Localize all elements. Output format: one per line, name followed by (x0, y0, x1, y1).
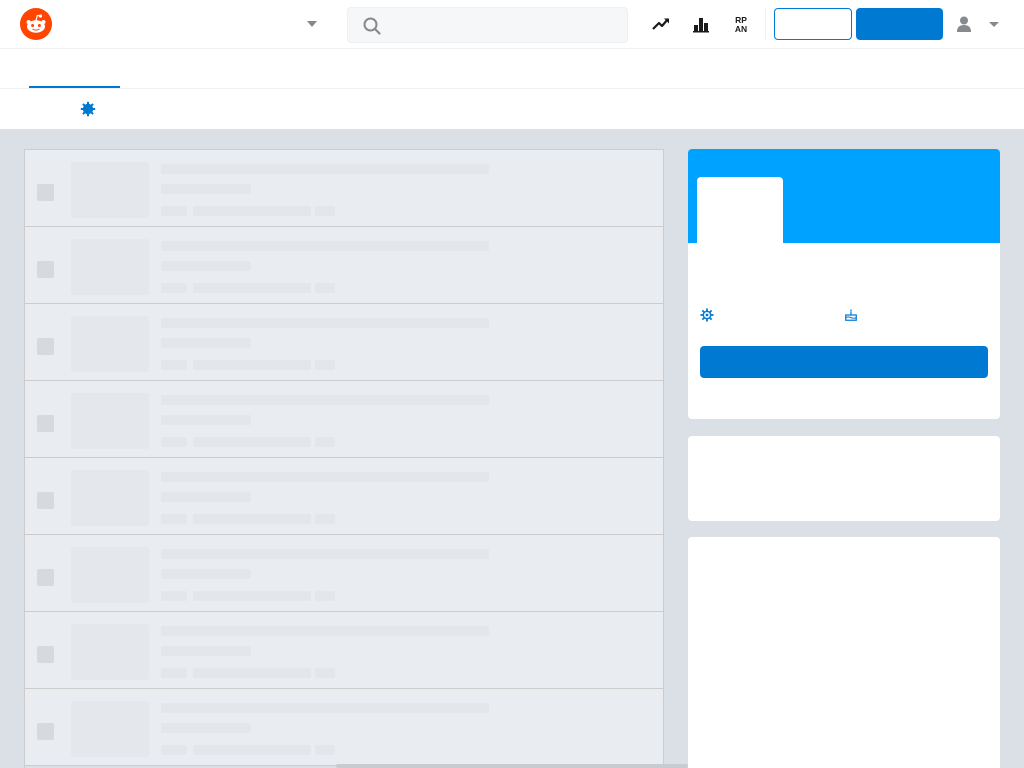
active-tab-indicator (29, 86, 120, 88)
subtitle-placeholder (161, 415, 251, 425)
vote-placeholder (37, 261, 54, 278)
meta-placeholder (315, 668, 335, 678)
thumbnail-placeholder (71, 239, 149, 295)
user-dropdown[interactable] (950, 10, 1006, 38)
vote-placeholder (37, 184, 54, 201)
meta-placeholder (161, 745, 187, 755)
meta-placeholder (193, 514, 311, 524)
rpan-icon[interactable]: RP AN (729, 12, 753, 36)
join-button[interactable] (700, 346, 988, 378)
meta-placeholder (161, 668, 187, 678)
thumbnail-placeholder (71, 701, 149, 757)
sidebar-card (688, 537, 1000, 768)
meta-placeholder (161, 206, 187, 216)
meta-placeholder (161, 360, 187, 370)
meta-placeholder (193, 745, 311, 755)
meta-placeholder (315, 360, 335, 370)
thumbnail-placeholder (71, 162, 149, 218)
top-header: RP AN (0, 0, 1024, 49)
vote-placeholder (37, 415, 54, 432)
subtitle-placeholder (161, 338, 251, 348)
members-gear-icon (700, 308, 714, 327)
thumbnail-placeholder (71, 393, 149, 449)
post-placeholder[interactable] (25, 304, 663, 381)
title-placeholder (161, 472, 489, 482)
sidebar-card (688, 436, 1000, 521)
svg-text:AN: AN (735, 24, 747, 34)
popular-chart-icon[interactable] (689, 12, 713, 36)
tab-posts[interactable] (29, 49, 120, 88)
meta-placeholder (161, 514, 187, 524)
post-feed (24, 149, 664, 768)
title-placeholder (161, 164, 489, 174)
subtitle-placeholder (161, 646, 251, 656)
search-icon (362, 16, 382, 41)
vote-placeholder (37, 492, 54, 509)
meta-placeholder (193, 668, 311, 678)
post-placeholder[interactable] (25, 227, 663, 304)
subtitle-placeholder (161, 569, 251, 579)
meta-placeholder (193, 437, 311, 447)
title-placeholder (161, 703, 489, 713)
meta-placeholder (193, 360, 311, 370)
meta-placeholder (315, 591, 335, 601)
subtitle-placeholder (161, 261, 251, 271)
title-placeholder (161, 549, 489, 559)
title-placeholder (161, 626, 489, 636)
meta-placeholder (315, 514, 335, 524)
user-icon (954, 14, 974, 39)
meta-placeholder (193, 591, 311, 601)
community-avatar (697, 177, 783, 247)
subtitle-placeholder (161, 723, 251, 733)
meta-placeholder (193, 283, 311, 293)
login-button[interactable] (774, 8, 852, 40)
post-placeholder[interactable] (25, 689, 663, 766)
home-dropdown-chevron-icon[interactable] (302, 14, 322, 34)
meta-placeholder (161, 283, 187, 293)
horizontal-scrollbar[interactable] (336, 764, 688, 768)
meta-placeholder (315, 437, 335, 447)
thumbnail-placeholder (71, 316, 149, 372)
search-input[interactable] (392, 14, 612, 36)
reddit-logo-icon[interactable] (20, 8, 52, 40)
trending-icon[interactable] (649, 12, 673, 36)
about-community-card (688, 149, 1000, 419)
subtitle-placeholder (161, 184, 251, 194)
meta-placeholder (161, 437, 187, 447)
thumbnail-placeholder (71, 624, 149, 680)
meta-placeholder (315, 206, 335, 216)
vote-placeholder (37, 646, 54, 663)
community-badge-icon (80, 101, 96, 122)
community-secondary-bar (0, 89, 1024, 129)
post-placeholder[interactable] (25, 535, 663, 612)
chevron-down-icon (984, 14, 1004, 39)
post-placeholder[interactable] (25, 612, 663, 689)
vote-placeholder (37, 569, 54, 586)
signup-button[interactable] (856, 8, 943, 40)
thumbnail-placeholder (71, 547, 149, 603)
title-placeholder (161, 318, 489, 328)
vote-placeholder (37, 338, 54, 355)
subtitle-placeholder (161, 492, 251, 502)
search-bar[interactable] (347, 7, 628, 43)
meta-placeholder (161, 591, 187, 601)
post-placeholder[interactable] (25, 458, 663, 535)
title-placeholder (161, 395, 489, 405)
community-tab-bar (0, 49, 1024, 89)
meta-placeholder (315, 745, 335, 755)
post-placeholder[interactable] (25, 150, 663, 227)
meta-placeholder (315, 283, 335, 293)
thumbnail-placeholder (71, 470, 149, 526)
cake-icon (844, 308, 858, 327)
post-placeholder[interactable] (25, 381, 663, 458)
vote-placeholder (37, 723, 54, 740)
meta-placeholder (193, 206, 311, 216)
header-divider (765, 8, 766, 40)
title-placeholder (161, 241, 489, 251)
